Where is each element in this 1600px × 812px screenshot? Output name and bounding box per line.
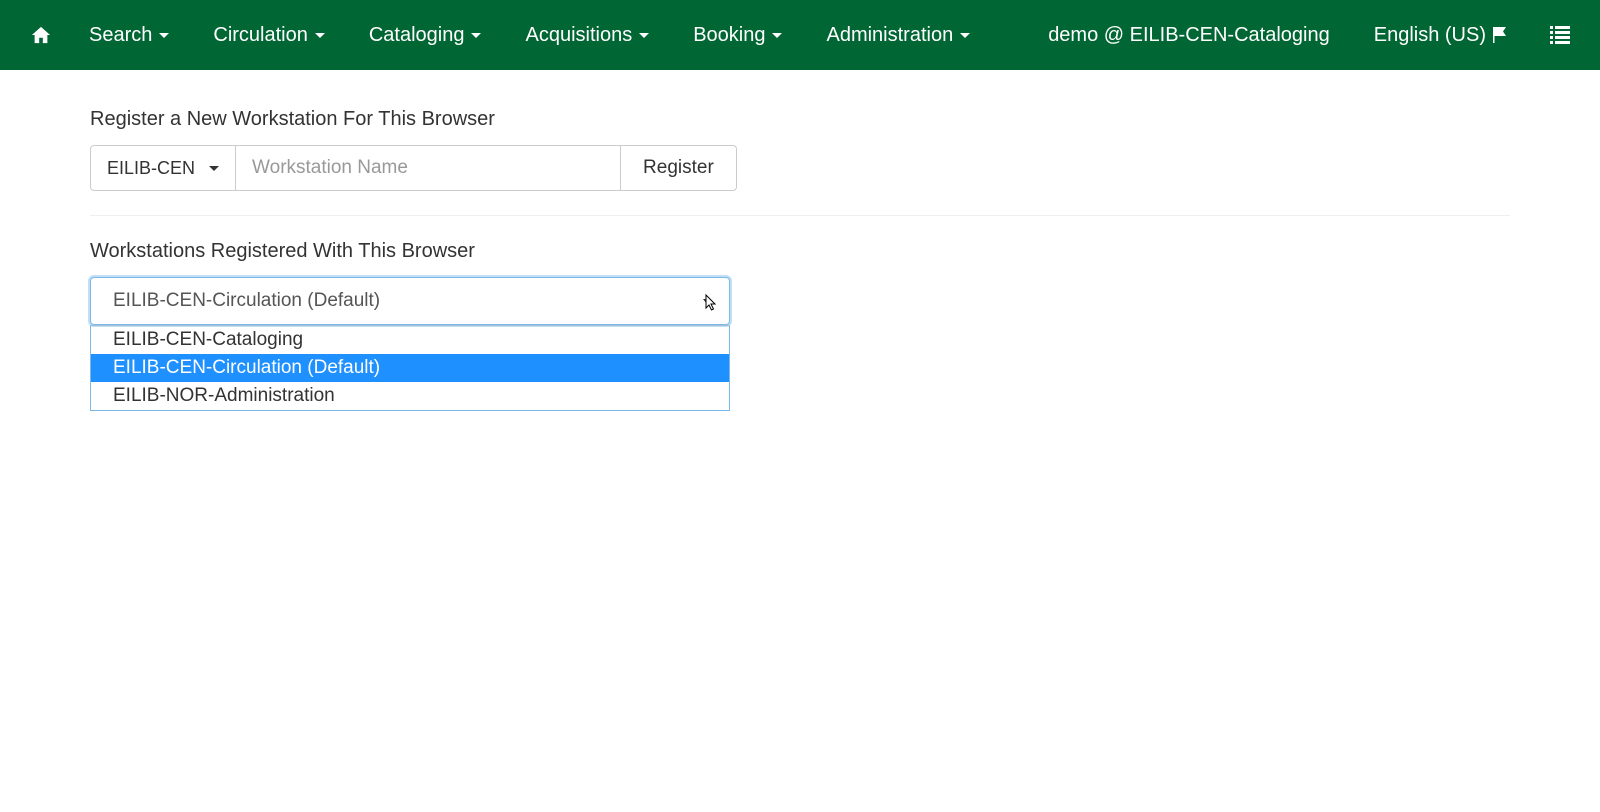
user-info[interactable]: demo @ EILIB-CEN-Cataloging (1026, 0, 1352, 70)
registered-section: Workstations Registered With This Browse… (90, 216, 1510, 411)
top-navbar: Search Circulation Cataloging Acquisitio… (0, 0, 1600, 70)
navbar-left: Search Circulation Cataloging Acquisitio… (20, 0, 992, 70)
nav-administration-label: Administration (826, 24, 953, 47)
workstation-options-list: EILIB-CEN-Cataloging EILIB-CEN-Circulati… (90, 325, 730, 411)
caret-down-icon (315, 33, 325, 38)
nav-circulation[interactable]: Circulation (191, 0, 346, 70)
user-info-label: demo @ EILIB-CEN-Cataloging (1048, 24, 1330, 47)
nav-search-label: Search (89, 24, 152, 47)
locale-label: English (US) (1374, 24, 1486, 47)
nav-cataloging-label: Cataloging (369, 24, 465, 47)
registered-heading: Workstations Registered With This Browse… (90, 240, 1510, 263)
caret-down-icon (639, 33, 649, 38)
nav-circulation-label: Circulation (213, 24, 307, 47)
register-row: EILIB-CEN Register (90, 145, 1510, 191)
workstation-option[interactable]: EILIB-CEN-Circulation (Default) (91, 354, 729, 382)
nav-acquisitions[interactable]: Acquisitions (503, 0, 671, 70)
navbar-right: demo @ EILIB-CEN-Cataloging English (US) (1026, 0, 1580, 70)
hamburger-menu-icon[interactable] (1532, 0, 1580, 70)
locale-switcher[interactable]: English (US) (1352, 0, 1532, 70)
nav-administration[interactable]: Administration (804, 0, 992, 70)
register-section: Register a New Workstation For This Brow… (90, 70, 1510, 191)
home-icon[interactable] (20, 0, 67, 70)
caret-down-icon (471, 33, 481, 38)
workstation-option[interactable]: EILIB-NOR-Administration (91, 382, 729, 410)
register-button[interactable]: Register (621, 145, 737, 191)
workstation-name-input[interactable] (236, 145, 621, 191)
nav-booking[interactable]: Booking (671, 0, 804, 70)
main-container: Register a New Workstation For This Brow… (70, 70, 1530, 411)
nav-acquisitions-label: Acquisitions (525, 24, 632, 47)
workstation-select-wrap: EILIB-CEN-Circulation (Default) EILIB-CE… (90, 277, 730, 411)
org-unit-dropdown[interactable]: EILIB-CEN (90, 145, 236, 191)
caret-down-icon (159, 33, 169, 38)
caret-down-icon (209, 166, 219, 171)
nav-booking-label: Booking (693, 24, 765, 47)
flag-icon (1492, 27, 1510, 43)
workstation-select[interactable]: EILIB-CEN-Circulation (Default) (90, 277, 730, 325)
caret-down-icon (703, 299, 711, 304)
workstation-selected-value: EILIB-CEN-Circulation (Default) (113, 290, 380, 312)
caret-down-icon (772, 33, 782, 38)
register-heading: Register a New Workstation For This Brow… (90, 108, 1510, 131)
nav-search[interactable]: Search (67, 0, 191, 70)
caret-down-icon (960, 33, 970, 38)
org-unit-selected: EILIB-CEN (107, 158, 195, 179)
workstation-option[interactable]: EILIB-CEN-Cataloging (91, 326, 729, 354)
nav-cataloging[interactable]: Cataloging (347, 0, 504, 70)
